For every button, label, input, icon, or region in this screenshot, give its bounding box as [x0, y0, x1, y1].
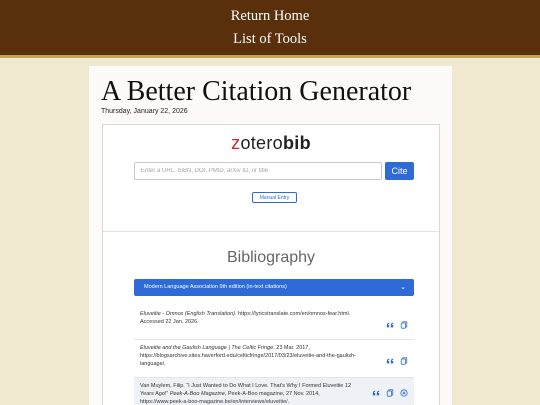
page-title: A Better Citation Generator	[101, 76, 412, 107]
bibliography-title: Bibliography	[226, 249, 316, 266]
manual-entry-button[interactable]: Manual Entry	[252, 192, 297, 203]
bibliography-entry[interactable]: Van Muylem, Filip. “I Just Wanted to Do …	[134, 378, 414, 405]
copy-icon[interactable]	[400, 356, 408, 365]
top-nav-bar: Return Home List of Tools	[0, 0, 540, 55]
page-date: Thursday, January 22, 2026	[101, 108, 188, 115]
header-accent-line	[0, 55, 540, 58]
entry-text: Eluveitie - Omnos (English Translation).…	[140, 311, 350, 325]
copy-icon[interactable]	[386, 389, 394, 397]
cite-button[interactable]: Cite	[385, 162, 414, 180]
zoterobib-embed: zoterobib Cite Manual Entry Bibliography…	[102, 124, 440, 405]
bibliography-entry[interactable]: Eluveitie and the Gaulish Language | The…	[134, 344, 414, 378]
return-home-link[interactable]: Return Home	[0, 8, 540, 25]
entry-actions	[386, 356, 408, 365]
quote-icon[interactable]	[386, 321, 394, 329]
entry-actions	[386, 320, 408, 329]
section-divider	[103, 231, 439, 232]
zoterobib-logo: zoterobib	[103, 133, 439, 154]
entry-text: Van Muylem, Filip. “I Just Wanted to Do …	[140, 382, 362, 405]
copy-icon[interactable]	[400, 320, 408, 329]
entry-text: Eluveitie and the Gaulish Language | The…	[140, 345, 356, 367]
quote-icon[interactable]	[386, 357, 394, 365]
bibliography-entry[interactable]: Eluveitie - Omnos (English Translation).…	[134, 310, 414, 340]
citation-style-select[interactable]: Modern Language Association 9th edition …	[134, 279, 414, 296]
entry-actions	[372, 389, 408, 397]
entry-title: Peek-A-Boo Magazine	[169, 391, 225, 397]
logo-prefix-rest: otero	[240, 133, 283, 153]
search-input[interactable]	[134, 162, 382, 180]
citation-style-label: Modern Language Association 9th edition …	[144, 284, 287, 290]
logo-bold: bib	[282, 133, 311, 153]
entry-title: Eluveitie and the Gaulish Language | The…	[140, 345, 274, 351]
list-of-tools-link[interactable]: List of Tools	[0, 31, 540, 48]
close-icon[interactable]	[400, 389, 408, 397]
chevron-down-icon: ⌄	[400, 284, 406, 291]
main-content-card: A Better Citation Generator Thursday, Ja…	[89, 66, 452, 405]
quote-icon[interactable]	[372, 389, 380, 397]
entry-title: Eluveitie - Omnos (English Translation)	[140, 311, 235, 317]
